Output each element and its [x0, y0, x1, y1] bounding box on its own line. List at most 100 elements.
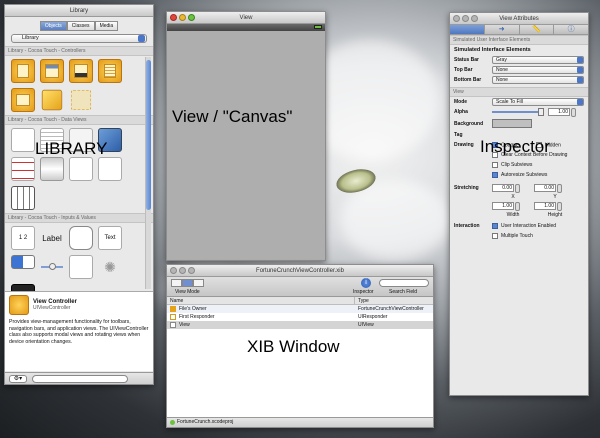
stretch-y-field[interactable]: 0.00 — [534, 184, 556, 192]
table-row[interactable]: View UIView — [167, 321, 433, 329]
close-icon[interactable] — [170, 14, 177, 21]
image-picker-controller-icon[interactable] — [11, 88, 35, 112]
minimize-icon[interactable] — [179, 267, 186, 274]
library-titlebar[interactable]: Library — [5, 5, 153, 17]
section-inputs: Library - Cocoa Touch - Inputs & Values — [5, 213, 153, 223]
picker-view-icon[interactable] — [40, 157, 64, 181]
width-label: Width — [506, 212, 520, 218]
status-bar-popup[interactable]: Gray — [492, 56, 584, 64]
round-rect-button-tile[interactable] — [69, 226, 93, 250]
scrollbar-thumb[interactable] — [146, 60, 151, 210]
icon-view-icon[interactable] — [171, 279, 182, 287]
stretch-width-field[interactable]: 1.00 — [492, 202, 514, 210]
column-view-icon[interactable] — [193, 279, 204, 287]
minimize-icon[interactable] — [179, 14, 186, 21]
xib-table-header: Name Type — [167, 297, 433, 305]
table-view-icon[interactable] — [11, 157, 35, 181]
view-controller-icon[interactable] — [11, 59, 35, 83]
row-type: FortuneCrunchViewController — [358, 306, 424, 312]
tab-size-icon[interactable]: 📏 — [520, 25, 555, 34]
minimize-icon[interactable] — [462, 15, 469, 22]
files-owner-cube-icon — [170, 306, 176, 312]
interaction-label: Interaction — [454, 223, 480, 229]
detail-description: Provides view-management functionality f… — [9, 319, 149, 345]
grid-view-icon[interactable] — [11, 186, 35, 210]
stretch-x-stepper[interactable] — [515, 183, 520, 193]
background-color-well[interactable] — [492, 119, 532, 128]
segment-objects[interactable]: Objects — [39, 21, 67, 31]
library-segmented-control: Objects Classes Media — [5, 21, 153, 31]
view-titlebar[interactable]: View — [167, 12, 325, 24]
stretch-width-stepper[interactable] — [515, 201, 520, 211]
autoresize-label: Autoresize Subviews — [501, 172, 548, 178]
tab-bar-controller-icon[interactable] — [69, 59, 93, 83]
canvas-overlay-label: View / "Canvas" — [172, 107, 293, 126]
alpha-field[interactable]: 1.00 — [548, 108, 570, 116]
user-interaction-checkbox[interactable] — [492, 223, 498, 229]
stretch-height-field[interactable]: 1.00 — [534, 202, 556, 210]
inspector-tabs: ➜ 📏 ⓘ — [450, 25, 588, 35]
autoresize-checkbox[interactable] — [492, 172, 498, 178]
text-field-tile[interactable]: Text — [98, 226, 122, 250]
table-view-controller-icon[interactable] — [98, 59, 122, 83]
alpha-stepper[interactable] — [571, 107, 576, 117]
bottom-bar-label: Bottom Bar — [454, 77, 482, 83]
first-responder-cube-icon — [170, 314, 176, 320]
xib-titlebar[interactable]: FortuneCrunchViewController.xib — [167, 265, 433, 277]
image-view-icon[interactable] — [11, 128, 35, 152]
clip-subviews-checkbox[interactable] — [492, 162, 498, 168]
library-scrollbar[interactable] — [145, 57, 151, 289]
table-row[interactable]: File's Owner FortuneCrunchViewController — [167, 305, 433, 313]
bottom-bar-popup[interactable]: None — [492, 76, 584, 84]
list-view-icon[interactable] — [182, 279, 193, 287]
gear-icon[interactable]: ⚙▾ — [9, 374, 27, 383]
multiple-touch-checkbox[interactable] — [492, 233, 498, 239]
detail-subtitle: UIViewController — [33, 305, 71, 311]
mode-popup[interactable]: Scale To Fill — [492, 98, 584, 106]
xib-search-input[interactable] — [379, 279, 429, 287]
detail-view-controller-icon — [9, 295, 29, 315]
label-tile[interactable]: Label — [40, 226, 64, 250]
status-bar-label: Status Bar — [454, 57, 480, 63]
segmented-view-icon[interactable] — [98, 157, 122, 181]
inspector-info-icon[interactable]: i — [361, 278, 371, 288]
tab-connections-icon[interactable]: ➜ — [485, 25, 520, 34]
object-cube-icon[interactable] — [41, 89, 63, 111]
top-bar-popup[interactable]: None — [492, 66, 584, 74]
library-overlay-label: LIBRARY — [35, 139, 108, 158]
segment-classes[interactable]: Classes — [66, 21, 95, 31]
alpha-slider[interactable] — [492, 108, 544, 116]
library-group-popup[interactable]: Library — [11, 34, 147, 43]
tab-attributes-icon[interactable] — [450, 25, 485, 34]
stretch-y-stepper[interactable] — [557, 183, 562, 193]
table-row[interactable]: First Responder UIResponder — [167, 313, 433, 321]
inspector-overlay-label: Inspector — [480, 137, 550, 156]
slider-icon[interactable] — [40, 255, 64, 279]
navigation-controller-icon[interactable] — [40, 59, 64, 83]
zoom-icon[interactable] — [188, 267, 195, 274]
controllers-grid — [5, 56, 143, 115]
stretch-x-field[interactable]: 0.00 — [492, 184, 514, 192]
scroll-view-icon[interactable] — [69, 157, 93, 181]
col-name-header[interactable]: Name — [167, 297, 355, 304]
view-canvas-area[interactable] — [167, 31, 325, 260]
switch-icon[interactable] — [11, 255, 35, 269]
segment-media[interactable]: Media — [94, 21, 119, 31]
col-type-header[interactable]: Type — [355, 297, 369, 304]
segmented-control-tile[interactable]: 1 2 — [11, 226, 35, 250]
library-search-input[interactable] — [32, 374, 128, 383]
close-icon[interactable] — [453, 15, 460, 22]
external-object-cube-icon[interactable] — [70, 89, 92, 111]
zoom-icon[interactable] — [188, 14, 195, 21]
xib-toolbar: View Mode i Inspector Search Field — [167, 277, 433, 297]
activity-indicator-icon[interactable]: ✺ — [98, 255, 122, 279]
close-icon[interactable] — [170, 267, 177, 274]
view-mode-control[interactable] — [171, 279, 204, 287]
row-name: File's Owner — [179, 306, 207, 312]
page-control-icon[interactable] — [69, 255, 93, 279]
inspector-titlebar[interactable]: View Attributes — [450, 13, 588, 25]
stretch-height-stepper[interactable] — [557, 201, 562, 211]
zoom-icon[interactable] — [471, 15, 478, 22]
background-label: Background — [454, 120, 484, 127]
tab-identity-icon[interactable]: ⓘ — [554, 25, 588, 34]
